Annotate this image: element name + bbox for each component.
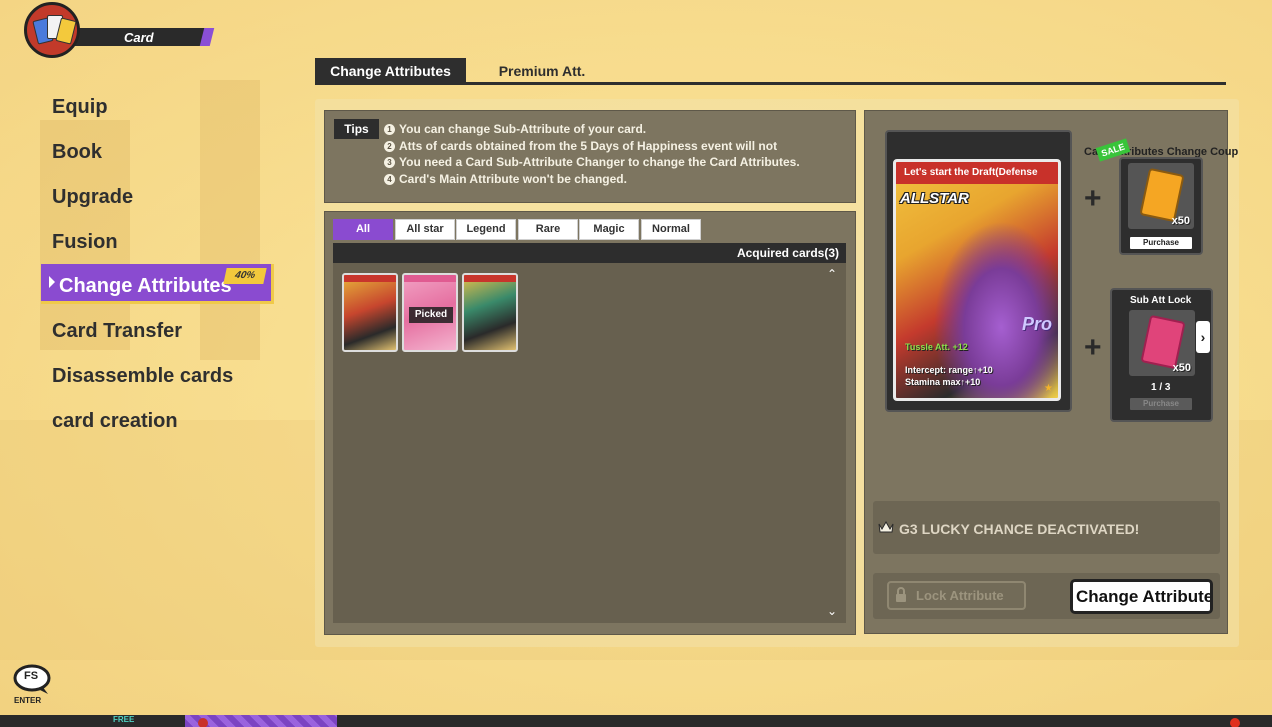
filter-legend[interactable]: Legend <box>456 219 516 240</box>
discount-badge: 40% <box>223 268 267 284</box>
sidebar-item-equip[interactable]: Equip <box>52 96 108 119</box>
card-grade: Pro <box>1021 314 1052 334</box>
lock-count: x50 <box>1172 362 1191 374</box>
crown-icon <box>878 520 894 533</box>
lock-icon-frame: x50 <box>1129 310 1195 376</box>
background-building <box>200 80 260 360</box>
tip-text: Card's Main Attribute won't be changed. <box>399 172 627 186</box>
card-thumbnail[interactable] <box>462 273 518 352</box>
coupon-purchase-button[interactable]: Purchase <box>1130 237 1192 249</box>
number-4-icon: 4 <box>384 173 395 185</box>
card-title: Let's start the Draft(Defense <box>896 162 1058 184</box>
sidebar-item-upgrade[interactable]: Upgrade <box>52 186 133 209</box>
coupon-slot[interactable]: x50 Purchase <box>1119 157 1203 255</box>
tip-line: 1 You can change Sub-Attribute of your c… <box>384 122 646 136</box>
tip-line: 3 You need a Card Sub-Attribute Changer … <box>384 155 800 169</box>
acquired-cards-label: Acquired cards(3) <box>736 246 839 260</box>
free-label: FREE <box>113 715 135 724</box>
card-thumbnail[interactable] <box>342 273 398 352</box>
number-1-icon: 1 <box>384 123 395 135</box>
filter-normal[interactable]: Normal <box>641 219 701 240</box>
tip-text: You can change Sub-Attribute of your car… <box>399 122 647 136</box>
tab-change-attributes[interactable]: Change Attributes <box>315 58 466 85</box>
selected-card: Let's start the Draft(Defense ALLSTAR Pr… <box>893 159 1061 401</box>
filter-rare[interactable]: Rare <box>518 219 578 240</box>
number-3-icon: 3 <box>384 156 395 168</box>
fs-label: FS <box>24 670 39 682</box>
star-icon: ★ <box>1044 383 1053 394</box>
lucky-chance-text: G3 LUCKY CHANCE DEACTIVATED! <box>899 521 1140 537</box>
acquired-cards-header: Acquired cards(3) <box>333 243 846 263</box>
filter-all-star[interactable]: All star <box>395 219 455 240</box>
plus-icon: + <box>1084 182 1102 215</box>
notification-icon[interactable] <box>1230 718 1240 727</box>
picked-label: Picked <box>409 307 453 323</box>
lock-purchase-button[interactable]: Purchase <box>1130 398 1192 410</box>
coupon-icon-frame: x50 <box>1128 163 1194 229</box>
number-2-icon: 2 <box>384 140 395 152</box>
sidebar-item-book[interactable]: Book <box>52 141 102 164</box>
change-attributes-button[interactable]: Change Attributes <box>1070 579 1213 614</box>
card-sub-attribute: Intercept: range↑+10 <box>905 365 993 375</box>
chevron-down-icon[interactable]: ⌄ <box>826 605 838 617</box>
tab-premium-att[interactable]: Premium Att. <box>483 58 601 85</box>
card-menu-logo: Card <box>24 2 215 60</box>
card-main-attribute: Tussle Att. +12 <box>905 342 968 352</box>
filter-all[interactable]: All <box>333 219 393 240</box>
tip-line: 2 Atts of cards obtained from the 5 Days… <box>384 139 777 153</box>
card-thumbnail-picked[interactable]: Picked <box>402 273 458 352</box>
card-menu-icon[interactable] <box>198 718 208 727</box>
page-title: Card <box>124 30 154 45</box>
card-sub-attribute: Stamina max↑+10 <box>905 377 981 387</box>
coupon-count: x50 <box>1171 215 1190 227</box>
enter-label: ENTER <box>14 696 42 705</box>
lock-progress: 1 / 3 <box>1151 382 1171 393</box>
caret-right-icon <box>49 276 55 288</box>
chevron-right-icon[interactable]: › <box>1196 321 1210 353</box>
tip-text: You need a Card Sub-Attribute Changer to… <box>399 155 800 169</box>
lock-icon <box>896 587 906 602</box>
sidebar-item-change-attributes[interactable]: Change Attributes 40% <box>41 264 274 304</box>
cards-icon <box>24 2 80 58</box>
filter-magic[interactable]: Magic <box>579 219 639 240</box>
tip-line: 4 Card's Main Attribute won't be changed… <box>384 172 627 186</box>
sidebar-item-card-creation[interactable]: card creation <box>52 410 178 433</box>
plus-icon: + <box>1084 331 1102 364</box>
sidebar-item-fusion[interactable]: Fusion <box>52 231 118 254</box>
sidebar-item-disassemble-cards[interactable]: Disassemble cards <box>52 365 233 388</box>
sub-att-lock-title: Sub Att Lock <box>1130 295 1192 306</box>
tip-text: Atts of cards obtained from the 5 Days o… <box>399 139 778 153</box>
tips-label: Tips <box>334 119 379 139</box>
chevron-up-icon[interactable]: ⌃ <box>826 268 838 280</box>
sidebar-item-label: Change Attributes <box>59 275 232 297</box>
card-series-label: ALLSTAR <box>900 190 969 207</box>
sidebar-item-card-transfer[interactable]: Card Transfer <box>52 320 182 343</box>
